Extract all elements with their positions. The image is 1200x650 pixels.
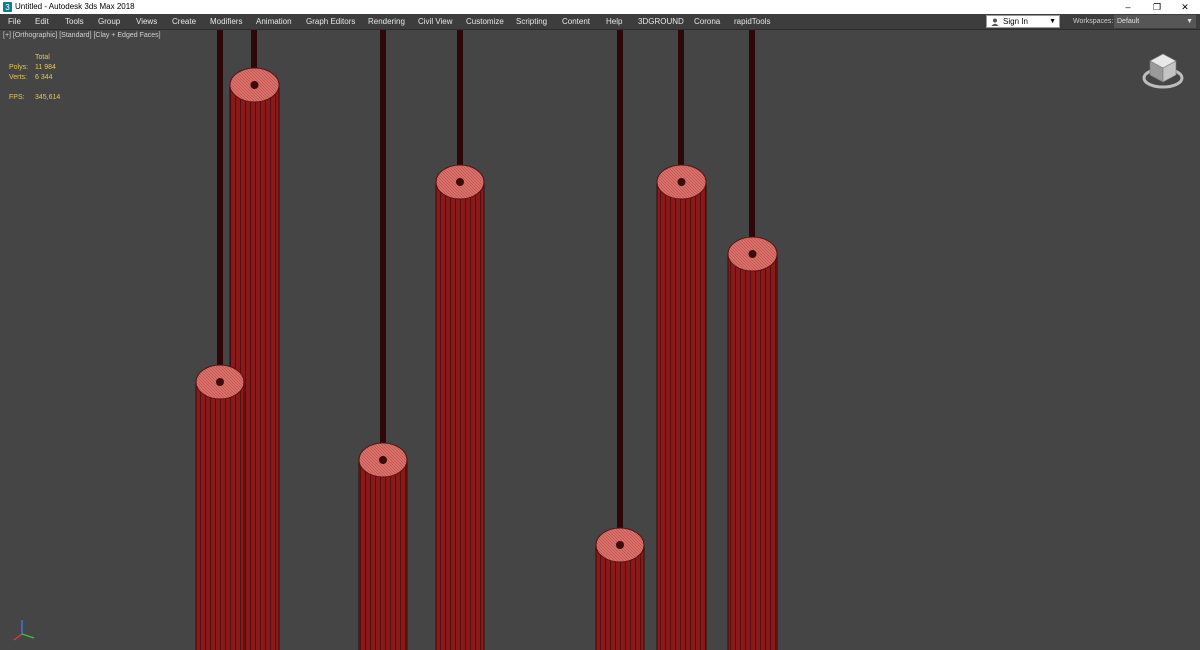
stats-fps-value: 345,614 bbox=[35, 94, 61, 101]
sign-in-label: Sign In bbox=[1003, 17, 1028, 26]
menu-bar: File Edit Tools Group Views Create Modif… bbox=[0, 14, 1200, 30]
title-bar: 3 Untitled - Autodesk 3ds Max 2018 – ❐ ✕ bbox=[0, 0, 1200, 14]
cylinder-object[interactable] bbox=[656, 30, 707, 650]
stats-fps-label: FPS: bbox=[9, 94, 25, 101]
restore-button[interactable]: ❐ bbox=[1142, 0, 1172, 14]
menu-file[interactable]: File bbox=[8, 14, 21, 29]
window-title: Untitled - Autodesk 3ds Max 2018 bbox=[15, 2, 135, 11]
menu-rapidtools[interactable]: rapidTools bbox=[734, 14, 770, 29]
stats-total-header: Total bbox=[35, 54, 50, 61]
cylinder-object[interactable] bbox=[358, 30, 408, 650]
stats-verts-label: Verts: bbox=[9, 74, 27, 81]
menu-graph-editors[interactable]: Graph Editors bbox=[306, 14, 355, 29]
cylinder-object[interactable] bbox=[595, 30, 645, 650]
cylinder-object[interactable] bbox=[435, 30, 485, 650]
menu-animation[interactable]: Animation bbox=[256, 14, 292, 29]
viewport-label[interactable]: [+] [Orthographic] [Standard] [Clay + Ed… bbox=[3, 32, 161, 39]
user-icon bbox=[991, 18, 999, 26]
menu-corona[interactable]: Corona bbox=[694, 14, 720, 29]
menu-civil-view[interactable]: Civil View bbox=[418, 14, 453, 29]
menu-scripting[interactable]: Scripting bbox=[516, 14, 547, 29]
axis-tripod-icon bbox=[13, 620, 35, 641]
scene-canvas[interactable] bbox=[0, 30, 1200, 650]
chevron-down-icon: ▼ bbox=[1186, 18, 1193, 25]
menu-help[interactable]: Help bbox=[606, 14, 622, 29]
viewcube-icon[interactable] bbox=[1140, 48, 1186, 94]
svg-text:3: 3 bbox=[5, 3, 10, 12]
menu-customize[interactable]: Customize bbox=[466, 14, 504, 29]
workspaces-label: Workspaces: bbox=[1073, 18, 1114, 25]
stats-polys-value: 11 984 bbox=[35, 64, 56, 71]
menu-modifiers[interactable]: Modifiers bbox=[210, 14, 242, 29]
chevron-down-icon: ▼ bbox=[1049, 18, 1056, 25]
viewport-perspective[interactable]: [+] [Orthographic] [Standard] [Clay + Ed… bbox=[0, 30, 1200, 650]
menu-3dground[interactable]: 3DGROUND bbox=[638, 14, 684, 29]
stats-verts-value: 6 344 bbox=[35, 74, 53, 81]
sign-in-dropdown[interactable]: Sign In ▼ bbox=[986, 15, 1060, 28]
stats-polys-label: Polys: bbox=[9, 64, 29, 71]
workspaces-select[interactable]: Default ▼ bbox=[1114, 15, 1196, 28]
menu-edit[interactable]: Edit bbox=[35, 14, 49, 29]
menu-rendering[interactable]: Rendering bbox=[368, 14, 405, 29]
menu-views[interactable]: Views bbox=[136, 14, 157, 29]
minimize-button[interactable]: – bbox=[1113, 0, 1143, 14]
close-button[interactable]: ✕ bbox=[1170, 0, 1200, 14]
app-logo-icon: 3 bbox=[3, 2, 12, 12]
workspaces-value: Default bbox=[1117, 18, 1140, 25]
menu-create[interactable]: Create bbox=[172, 14, 196, 29]
cylinder-object[interactable] bbox=[727, 30, 778, 650]
menu-content[interactable]: Content bbox=[562, 14, 590, 29]
menu-tools[interactable]: Tools bbox=[65, 14, 84, 29]
menu-group[interactable]: Group bbox=[98, 14, 120, 29]
